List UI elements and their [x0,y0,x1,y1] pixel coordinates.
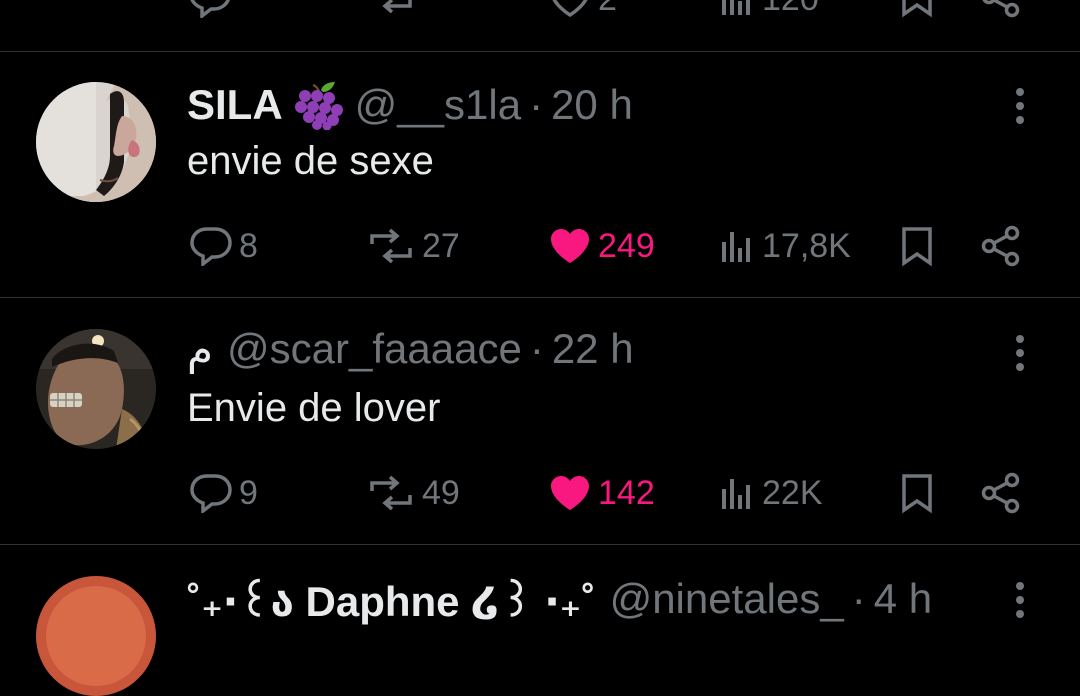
reply-icon [190,474,232,513]
views-icon [722,0,750,15]
like-button[interactable]: 2 [548,0,617,24]
reply-button[interactable]: 9 [189,468,258,518]
like-button[interactable]: 249 [548,221,655,271]
retweet-icon [370,228,412,264]
like-count: 2 [598,0,617,19]
separator-dot: · [851,575,866,622]
like-count: 142 [598,473,655,512]
reply-icon [190,227,232,266]
avatar[interactable] [36,329,156,449]
tweet-header: م @scar_faaaace · 22 h [187,321,634,377]
more-icon[interactable] [1006,84,1034,128]
tweet-header: SILA @__s1la · 20 h [187,77,633,133]
handle[interactable]: @__s1la [355,81,521,129]
timestamp[interactable]: 22 h [552,325,634,373]
reply-count: 9 [239,473,258,512]
views-icon [722,232,750,262]
tweet[interactable]: م @scar_faaaace · 22 h Envie de lover 9 … [0,298,1080,545]
handle[interactable]: @ninetales_ [610,575,844,623]
views-count: 120 [762,0,819,19]
avatar[interactable] [36,576,156,696]
share-icon[interactable] [980,472,1022,519]
like-button[interactable]: 142 [548,468,655,518]
share-icon[interactable] [980,225,1022,272]
bookmark-icon[interactable] [900,0,934,23]
views-count: 22K [762,473,823,512]
more-icon[interactable] [1006,578,1034,622]
tweet-text: Envie de lover [187,386,441,430]
like-count: 249 [598,226,655,265]
retweet-count: 49 [422,473,460,512]
retweet-icon[interactable] [366,0,416,19]
tweet[interactable]: ˚₊‧꒰ა Daphne ໒꒱ ‧₊˚ @ninetales_ · 4 h [0,545,1080,696]
heart-icon [551,476,589,510]
tweet[interactable]: SILA @__s1la · 20 h envie de sexe 8 27 2… [0,51,1080,298]
views-button[interactable]: 120 [720,0,819,24]
tweet-text: envie de sexe [187,139,434,183]
heart-icon [551,229,589,263]
display-name[interactable]: م [187,325,213,374]
display-name[interactable]: SILA [187,81,283,129]
grapes-emoji-icon [291,80,345,130]
avatar[interactable] [36,82,156,202]
views-icon [722,479,750,509]
bookmark-icon[interactable] [900,472,934,519]
tweet-partial-top: 2 120 [0,0,1080,52]
separator-dot: · [529,325,544,372]
display-name[interactable]: ˚₊‧꒰ა Daphne ໒꒱ ‧₊˚ [187,572,596,627]
retweet-count: 27 [422,226,460,265]
reply-count: 8 [239,226,258,265]
more-icon[interactable] [1006,331,1034,375]
tweet-header: ˚₊‧꒰ა Daphne ໒꒱ ‧₊˚ @ninetales_ · 4 h [187,571,932,627]
timestamp[interactable]: 20 h [551,81,633,129]
share-icon[interactable] [980,0,1022,23]
reply-icon[interactable] [188,0,232,23]
separator-dot: · [529,81,544,128]
handle[interactable]: @scar_faaaace [227,325,522,373]
timestamp[interactable]: 4 h [874,575,932,623]
reply-button[interactable]: 8 [189,221,258,271]
retweet-button[interactable]: 49 [366,468,460,518]
bookmark-icon[interactable] [900,225,934,272]
views-button[interactable]: 22K [720,468,823,518]
views-button[interactable]: 17,8K [720,221,851,271]
retweet-button[interactable]: 27 [366,221,460,271]
views-count: 17,8K [762,226,851,265]
heart-icon [552,0,588,18]
retweet-icon [370,475,412,511]
